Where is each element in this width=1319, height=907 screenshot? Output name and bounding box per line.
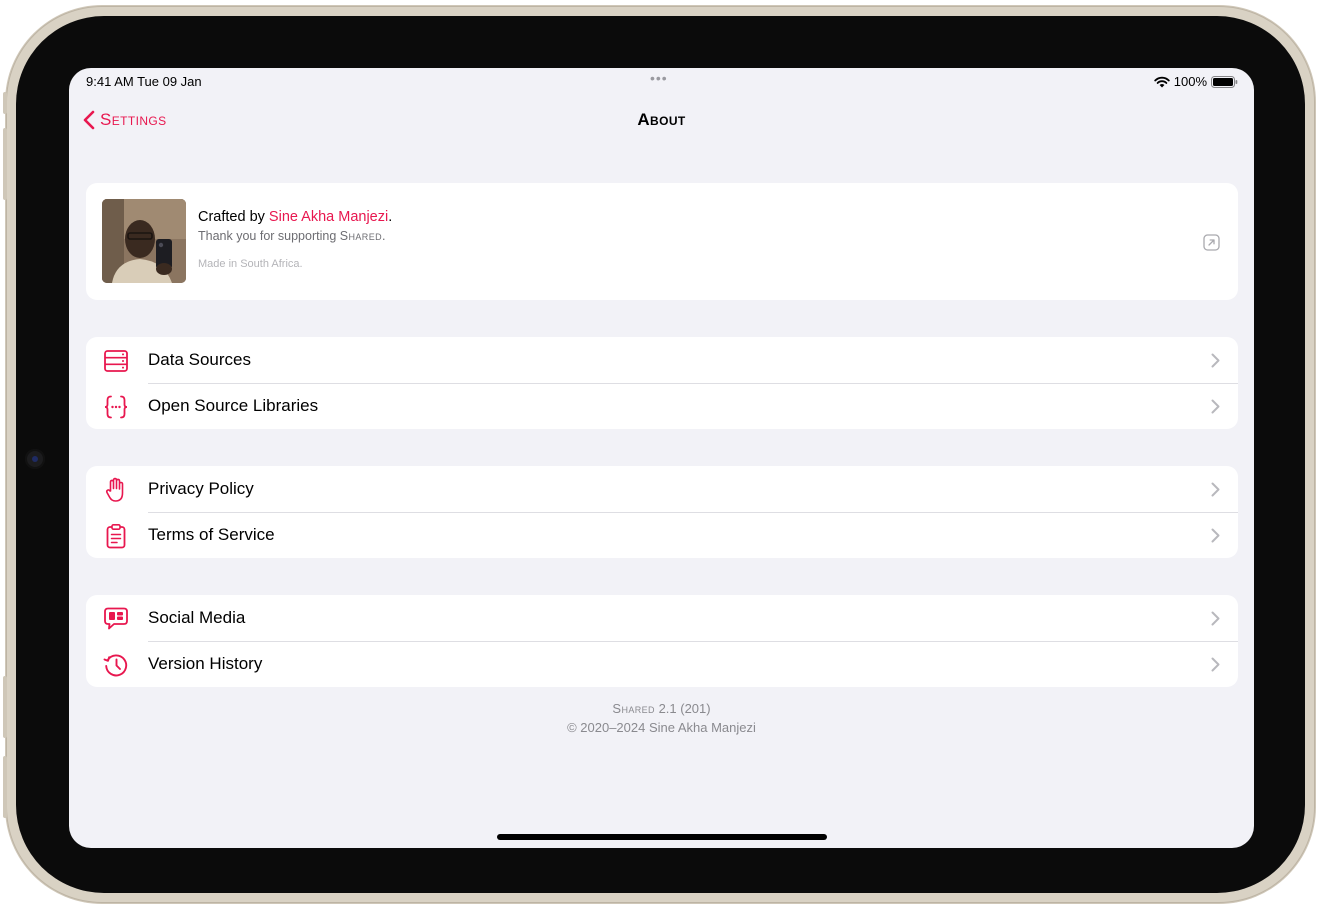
version-line: Shared 2.1 (201) — [69, 699, 1254, 718]
home-indicator[interactable] — [497, 834, 827, 840]
battery-icon — [1211, 75, 1238, 88]
status-indicators: 100% — [1154, 74, 1238, 89]
row-version-history[interactable]: Version History — [86, 641, 1238, 687]
wifi-icon — [1154, 76, 1170, 87]
battery-percent: 100% — [1173, 74, 1207, 89]
raised-hand-icon — [105, 477, 124, 502]
chevron-right-icon — [1211, 399, 1220, 414]
thanks-line: Thank you for supporting Shared. — [198, 229, 392, 243]
chevron-right-icon — [1211, 353, 1220, 368]
footer: Shared 2.1 (201) © 2020–2024 Sine Akha M… — [69, 699, 1254, 737]
row-terms-of-service[interactable]: Terms of Service — [86, 512, 1238, 558]
speech-bubble-icon — [104, 607, 128, 630]
status-time: 9:41 AM Tue 09 Jan — [86, 74, 202, 89]
profile-card[interactable]: Crafted by Sine Akha Manjezi. Thank you … — [86, 183, 1238, 300]
chevron-right-icon — [1211, 528, 1220, 543]
row-label: Open Source Libraries — [148, 396, 319, 415]
crafted-suffix: . — [388, 209, 393, 225]
footer-version: 2.1 (201) — [654, 701, 711, 716]
thanks-prefix: Thank you for supporting — [198, 229, 340, 243]
links-group-3: Social Media Version History — [86, 595, 1238, 687]
clipboard-icon — [106, 523, 126, 549]
row-label: Terms of Service — [148, 525, 275, 544]
mute-switch — [3, 92, 7, 114]
row-label: Social Media — [148, 608, 246, 627]
links-group-2: Privacy Policy Terms of Service — [86, 466, 1238, 558]
footer-app-name: Shared — [612, 701, 655, 716]
row-open-source-libraries[interactable]: Open Source Libraries — [86, 383, 1238, 429]
server-rack-icon — [104, 350, 128, 372]
row-label: Data Sources — [148, 350, 251, 369]
links-group-1: Data Sources Open Source Libraries — [86, 337, 1238, 429]
profile-text: Crafted by Sine Akha Manjezi. Thank you … — [198, 209, 392, 270]
app-name: Shared — [339, 229, 382, 243]
row-label: Privacy Policy — [148, 479, 254, 498]
multitasking-dots[interactable]: ••• — [650, 70, 668, 86]
front-camera — [25, 449, 45, 469]
external-link-icon[interactable] — [1203, 234, 1220, 251]
thanks-suffix: . — [382, 229, 386, 243]
chevron-right-icon — [1211, 657, 1220, 672]
crafted-by-line: Crafted by Sine Akha Manjezi. — [198, 209, 392, 225]
origin-line: Made in South Africa. — [198, 258, 303, 270]
page-title: About — [637, 110, 686, 129]
crafted-prefix: Crafted by — [198, 209, 269, 225]
curly-braces-icon — [104, 395, 128, 419]
copyright-line: © 2020–2024 Sine Akha Manjezi — [567, 720, 756, 735]
volume-down-button — [3, 756, 7, 818]
row-label: Version History — [148, 654, 263, 673]
author-photo — [102, 199, 186, 283]
volume-up-button — [3, 676, 7, 738]
row-data-sources[interactable]: Data Sources — [86, 337, 1238, 383]
row-privacy-policy[interactable]: Privacy Policy — [86, 466, 1238, 512]
chevron-right-icon — [1211, 482, 1220, 497]
row-social-media[interactable]: Social Media — [86, 595, 1238, 641]
chevron-right-icon — [1211, 611, 1220, 626]
author-name[interactable]: Sine Akha Manjezi — [269, 209, 388, 225]
avatar — [102, 199, 186, 283]
side-button — [3, 128, 7, 200]
clock-history-icon — [103, 654, 128, 677]
status-bar: 9:41 AM Tue 09 Jan ••• 100% — [69, 68, 1254, 94]
screen: 9:41 AM Tue 09 Jan ••• 100% Settings Abo… — [69, 68, 1254, 848]
